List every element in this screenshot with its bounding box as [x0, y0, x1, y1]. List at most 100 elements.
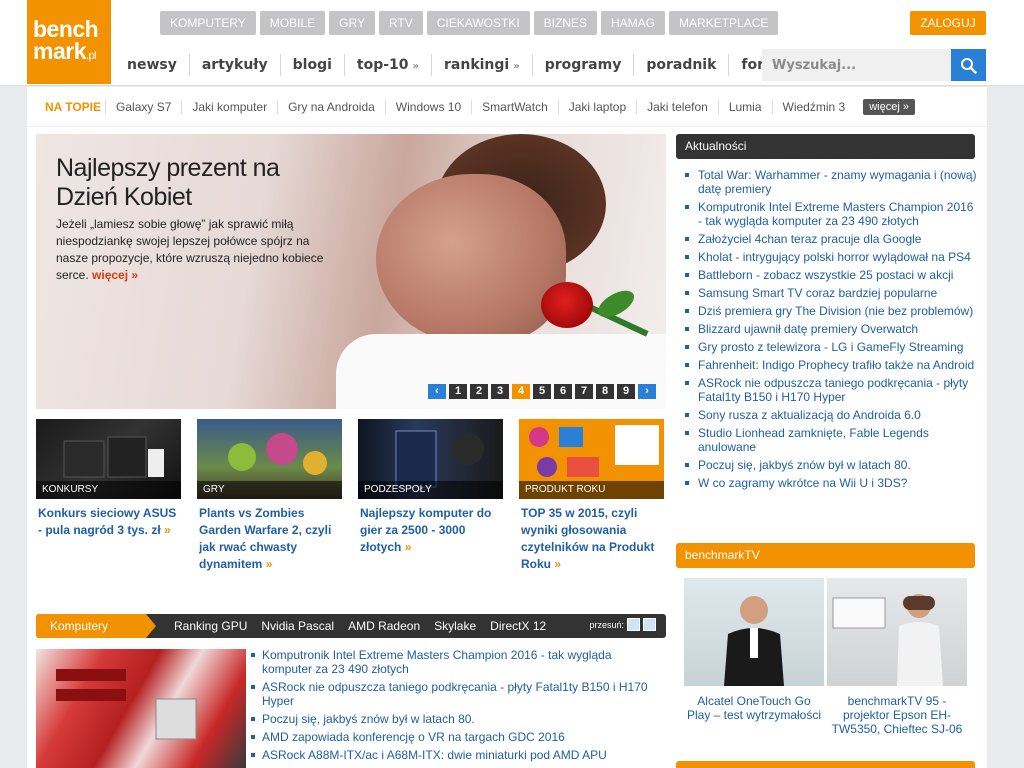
featured-tile[interactable]: PRODUKT ROKU TOP 35 w 2015, czyli wyniki…	[519, 419, 664, 573]
trending-more-button[interactable]: więcej »	[863, 98, 915, 115]
hero-slider[interactable]: Najlepszy prezent na Dzień Kobiet Jeżeli…	[36, 134, 666, 409]
tile-caption[interactable]: TOP 35 w 2015, czyli wyniki głosowania c…	[521, 506, 654, 571]
trending-item[interactable]: Gry na Androida	[277, 99, 385, 114]
tile-caption[interactable]: Konkurs sieciowy ASUS - pula nagród 3 ty…	[38, 506, 176, 537]
trending-item[interactable]: Windows 10	[384, 99, 471, 114]
tile-caption[interactable]: Najlepszy komputer do gier za 2500 - 300…	[360, 506, 491, 554]
tile-image[interactable]: KONKURSY	[36, 419, 181, 499]
video-caption[interactable]: benchmarkTV 95 - projektor Epson EH-TW53…	[827, 694, 967, 736]
video-thumbnail[interactable]	[827, 578, 967, 686]
section-link[interactable]: Nvidia Pascal	[261, 619, 334, 633]
list-item[interactable]: Komputronik Intel Extreme Masters Champi…	[685, 200, 977, 228]
pager-page[interactable]: 6	[554, 384, 572, 399]
login-button[interactable]: ZALOGUJ	[910, 11, 986, 35]
hero-more-link[interactable]: więcej »	[92, 268, 138, 282]
nav-programy[interactable]: programy	[531, 54, 634, 76]
scroll-down-icon[interactable]	[643, 618, 656, 631]
section-label[interactable]: Komputery	[36, 614, 156, 638]
tv-header: benchmarkTV	[676, 543, 975, 568]
featured-tile[interactable]: KONKURSY Konkurs sieciowy ASUS - pula na…	[36, 419, 181, 539]
topnav-komputery[interactable]: KOMPUTERY	[160, 11, 256, 35]
pager-prev-button[interactable]: ‹	[428, 384, 446, 399]
hero-title[interactable]: Najlepszy prezent na Dzień Kobiet	[56, 154, 316, 212]
nav-artykuly[interactable]: artykuły	[188, 54, 280, 76]
pager-page[interactable]: 1	[449, 384, 467, 399]
list-item[interactable]: Komputronik Intel Extreme Masters Champi…	[251, 648, 661, 676]
pager-page[interactable]: 9	[617, 384, 635, 399]
list-item[interactable]: AMD zapowiada konferencję o VR na targac…	[251, 730, 661, 744]
pager-page[interactable]: 8	[596, 384, 614, 399]
video-item[interactable]: Alcatel OneTouch Go Play – test wytrzyma…	[684, 578, 824, 722]
next-section-header	[676, 761, 975, 768]
chevron-down-icon: »	[513, 61, 520, 72]
section-link[interactable]: Ranking GPU	[174, 619, 247, 633]
list-item[interactable]: W co zagramy wkrótce na Wii U i 3DS?	[685, 476, 977, 490]
search-input[interactable]	[762, 49, 952, 81]
list-item[interactable]: Dziś premiera gry The Division (nie bez …	[685, 304, 977, 318]
pager-page-active[interactable]: 4	[512, 384, 530, 399]
nav-newsy[interactable]: newsy	[115, 54, 189, 76]
pager-next-button[interactable]: ›	[638, 384, 656, 399]
content-panel: NA TOPIE Galaxy S7 Jaki komputer Gry na …	[27, 87, 987, 768]
trending-item[interactable]: Wiedźmin 3	[771, 99, 856, 114]
section-link[interactable]: DirectX 12	[490, 619, 546, 633]
list-item[interactable]: ASRock A88M-ITX/ac i A68M-ITX: dwie mini…	[251, 748, 661, 762]
trending-item[interactable]: Jaki laptop	[557, 99, 636, 114]
list-item[interactable]: ASRock nie odpuszcza taniego podkręcania…	[685, 376, 977, 404]
nav-top10[interactable]: top-10»	[343, 54, 431, 76]
topnav-marketplace[interactable]: MARKETPLACE	[669, 11, 779, 35]
tile-image[interactable]: PRODUKT ROKU	[519, 419, 664, 499]
pager-page[interactable]: 2	[470, 384, 488, 399]
list-item[interactable]: Założyciel 4chan teraz pracuje dla Googl…	[685, 232, 977, 246]
section-link[interactable]: Skylake	[434, 619, 476, 633]
trending-item[interactable]: Jaki telefon	[636, 99, 718, 114]
list-item[interactable]: Samsung Smart TV coraz bardziej popularn…	[685, 286, 977, 300]
tile-arrow: »	[265, 557, 273, 571]
trending-item[interactable]: SmartWatch	[471, 99, 558, 114]
trending-item[interactable]: Lumia	[717, 99, 772, 114]
tile-image[interactable]: PODZESPOŁY	[358, 419, 503, 499]
featured-tile[interactable]: GRY Plants vs Zombies Garden Warfare 2, …	[197, 419, 342, 573]
presenter-icon	[832, 594, 943, 686]
video-item[interactable]: benchmarkTV 95 - projektor Epson EH-TW53…	[827, 578, 967, 736]
scroll-label: przesuń:	[589, 619, 624, 630]
motherboard-image[interactable]	[36, 649, 246, 768]
list-item[interactable]: Total War: Warhammer - znamy wymagania i…	[685, 168, 977, 196]
trending-item[interactable]: Galaxy S7	[105, 99, 181, 114]
tile-image[interactable]: GRY	[197, 419, 342, 499]
tile-arrow: »	[404, 540, 412, 554]
nav-poradnik[interactable]: poradnik	[633, 54, 728, 76]
news-header: Aktualności	[676, 134, 975, 159]
trending-item[interactable]: Jaki komputer	[181, 99, 277, 114]
list-item[interactable]: Poczuj się, jakbyś znów był w latach 80.	[251, 712, 661, 726]
trending-bar: NA TOPIE Galaxy S7 Jaki komputer Gry na …	[27, 87, 987, 127]
list-item[interactable]: Sony rusza z aktualizacją do Androida 6.…	[685, 408, 977, 422]
topnav-mobile[interactable]: MOBILE	[259, 11, 326, 35]
list-item[interactable]: Gry prosto z telewizora - LG i GameFly S…	[685, 340, 977, 354]
pager-page[interactable]: 5	[533, 384, 551, 399]
video-caption[interactable]: Alcatel OneTouch Go Play – test wytrzyma…	[684, 694, 824, 722]
list-item[interactable]: Battleborn - zobacz wszystkie 25 postaci…	[685, 268, 977, 282]
list-item[interactable]: Blizzard ujawnił datę premiery Overwatch	[685, 322, 977, 336]
nav-rankingi[interactable]: rankingi»	[431, 54, 532, 76]
search-button[interactable]	[951, 49, 986, 81]
tile-category: KONKURSY	[36, 481, 181, 499]
list-item[interactable]: Poczuj się, jakbyś znów był w latach 80.	[685, 458, 977, 472]
featured-tile[interactable]: PODZESPOŁY Najlepszy komputer do gier za…	[358, 419, 503, 556]
list-item[interactable]: Studio Lionhead zamknięte, Fable Legends…	[685, 426, 977, 454]
topnav-rtv[interactable]: RTV	[378, 11, 423, 35]
pager-page[interactable]: 7	[575, 384, 593, 399]
video-thumbnail[interactable]	[684, 578, 824, 686]
topnav-hamag[interactable]: HAMAG	[601, 11, 666, 35]
list-item[interactable]: ASRock nie odpuszcza taniego podkręcania…	[251, 680, 661, 708]
list-item[interactable]: Kholat - intrygujący polski horror wyląd…	[685, 250, 977, 264]
topnav-biznes[interactable]: BIZNES	[533, 11, 597, 35]
nav-blogi[interactable]: blogi	[279, 54, 344, 76]
scroll-up-icon[interactable]	[627, 618, 640, 631]
topnav-ciekawostki[interactable]: CIEKAWOSTKI	[426, 11, 530, 35]
section-link[interactable]: AMD Radeon	[348, 619, 420, 633]
list-item[interactable]: Fahrenheit: Indigo Prophecy trafiło takż…	[685, 358, 977, 372]
site-logo[interactable]: bench mark.pl	[27, 0, 111, 84]
topnav-gry[interactable]: GRY	[329, 11, 375, 35]
pager-page[interactable]: 3	[491, 384, 509, 399]
